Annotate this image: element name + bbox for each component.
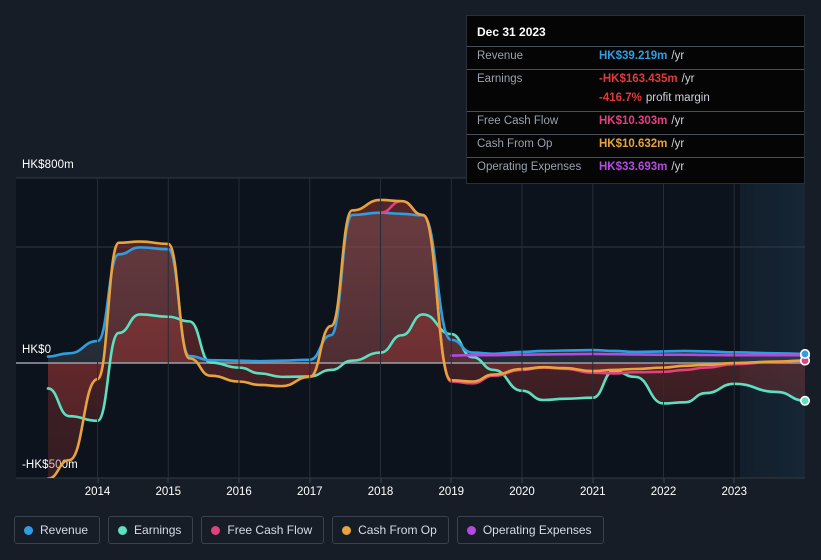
- legend-item-revenue[interactable]: Revenue: [14, 516, 101, 544]
- tooltip-row-revenue: Revenue HK$39.219m/yr: [467, 46, 804, 69]
- legend-item-label: Revenue: [40, 523, 89, 537]
- x-axis-tick-2014: 2014: [84, 486, 111, 498]
- x-axis-tickmark-2019: [450, 478, 452, 483]
- x-axis-tickmark-2018: [380, 478, 381, 483]
- legend-color-swatch-icon: [211, 525, 221, 535]
- tooltip-metric-unit: /yr: [671, 161, 685, 173]
- legend-color-swatch-icon: [118, 525, 128, 535]
- tooltip-metric-label: Free Cash Flow: [477, 115, 559, 127]
- endpoint-earnings: [799, 395, 810, 406]
- tooltip-rows: Revenue HK$39.219m/yr Earnings -HK$163.435m…: [467, 46, 804, 180]
- legend-color-swatch-icon: [466, 525, 476, 535]
- tooltip-metric-value: HK$10.303m: [599, 115, 668, 127]
- x-axis-tickmark-2014: [97, 478, 99, 483]
- tooltip-row-free-cash-flow: Free Cash Flow HK$10.303m/yr: [467, 111, 804, 134]
- x-axis-tickmark-2020: [521, 478, 523, 483]
- tooltip-metric-value: HK$39.219m: [599, 50, 668, 62]
- tooltip-metric-value: -HK$163.435m: [599, 73, 678, 85]
- tooltip-row-cash-from-op: Cash From Op HK$10.632m/yr: [467, 134, 804, 157]
- x-axis-tick-2019: 2019: [438, 486, 465, 498]
- tooltip-profit-margin-label: profit margin: [645, 92, 710, 104]
- x-axis-tickmark-2021: [592, 478, 594, 483]
- tooltip-metric-unit: /yr: [671, 138, 685, 150]
- x-axis-tickmark-2016: [238, 478, 240, 483]
- x-axis-tick-2018: 2018: [367, 486, 394, 498]
- tooltip-row-profit-margin: -416.7% profit margin: [467, 92, 804, 111]
- legend-item-label: Earnings: [134, 523, 182, 537]
- legend-item-free-cash-flow[interactable]: Free Cash Flow: [201, 516, 325, 544]
- x-axis-tick-2017: 2017: [296, 486, 323, 498]
- x-axis-tick-2020: 2020: [509, 486, 535, 498]
- x-axis-tickmark-2015: [167, 478, 169, 483]
- tooltip-row-earnings: Earnings -HK$163.435m/yr: [467, 69, 804, 92]
- x-axis-tick-2015: 2015: [155, 486, 182, 498]
- tooltip-metric-unit: /yr: [671, 115, 685, 127]
- legend-item-label: Operating Expenses: [482, 523, 592, 537]
- tooltip-metric-label: Earnings: [477, 73, 523, 85]
- x-axis-tickmark-2023: [733, 478, 735, 483]
- chart-legend: Revenue Earnings Free Cash Flow Cash From O…: [14, 516, 604, 544]
- tooltip-date: Dec 31 2023: [477, 25, 546, 39]
- tooltip-row-operating-expenses: Operating Expenses HK$33.693m/yr: [467, 157, 804, 180]
- series-areas: [48, 199, 805, 478]
- tooltip-profit-margin-value: -416.7%: [599, 92, 642, 104]
- tooltip-metric-value: HK$33.693m: [599, 161, 668, 173]
- x-axis-tickmark-2017: [309, 478, 311, 483]
- financial-chart: HK$800m HK$0 -HK$500m 201420152016201720…: [0, 0, 821, 560]
- tooltip-metric-value: HK$10.632m: [599, 138, 668, 150]
- x-axis: 2014 2015 2016 2017 2018 2019 2020 2021 2022 2023: [16, 478, 805, 504]
- data-tooltip: Dec 31 2023 Revenue HK$39.219m/yr Earnings…: [466, 15, 805, 184]
- tooltip-metric-label: Operating Expenses: [477, 161, 582, 173]
- tooltip-metric-label: Cash From Op: [477, 138, 553, 150]
- x-axis-tick-2016: 2016: [226, 486, 252, 498]
- endpoint-revenue: [799, 348, 810, 359]
- x-axis-tick-2022: 2022: [650, 486, 677, 498]
- line-operating-expenses: [449, 352, 805, 357]
- area-cash-from-op: [48, 199, 805, 478]
- legend-item-label: Cash From Op: [358, 523, 437, 537]
- legend-color-swatch-icon: [342, 525, 352, 535]
- legend-item-earnings[interactable]: Earnings: [108, 516, 194, 544]
- legend-item-cash-from-op[interactable]: Cash From Op: [332, 516, 449, 544]
- x-axis-tickmark-2022: [663, 478, 664, 483]
- legend-item-operating-expenses[interactable]: Operating Expenses: [456, 516, 604, 544]
- x-axis-tick-2023: 2023: [721, 486, 748, 498]
- x-axis-tick-2021: 2021: [579, 486, 606, 498]
- tooltip-metric-unit: /yr: [681, 73, 695, 85]
- legend-item-label: Free Cash Flow: [227, 523, 313, 537]
- legend-color-swatch-icon: [24, 525, 33, 535]
- tooltip-metric-unit: /yr: [671, 50, 685, 62]
- tooltip-metric-label: Revenue: [477, 50, 524, 62]
